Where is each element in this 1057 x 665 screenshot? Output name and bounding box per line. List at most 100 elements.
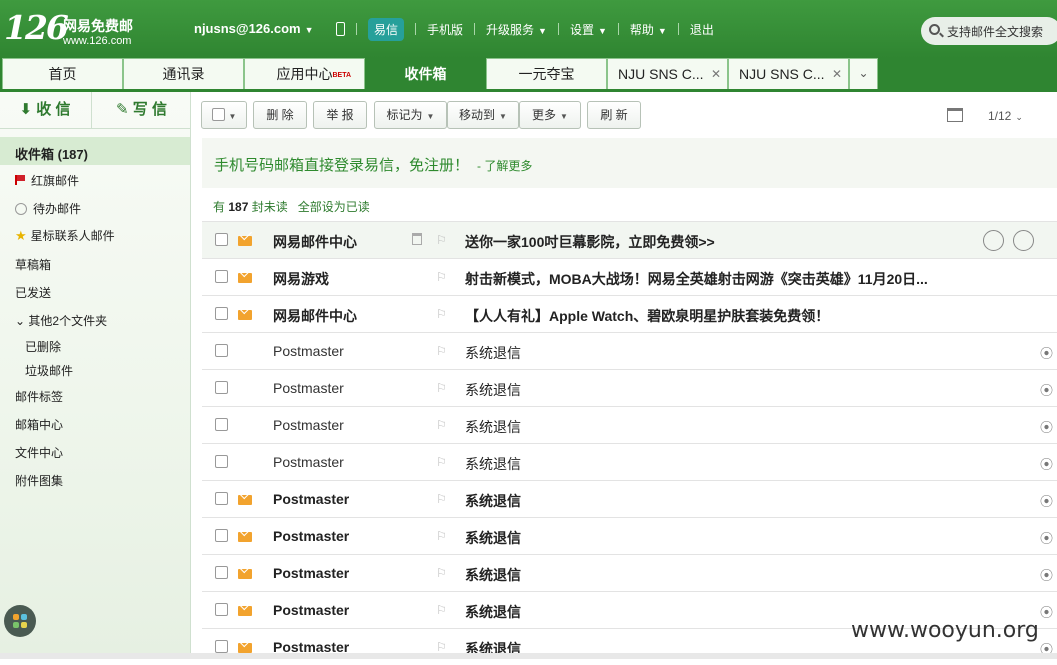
flag-icon[interactable]: ⚐ [436,640,447,654]
flag-icon[interactable]: ⚐ [436,492,447,506]
yixin-button[interactable]: 易信 [368,17,405,41]
list-item[interactable]: 网易邮件中心 ⚐ 【人人有礼】Apple Watch、碧欧泉明星护肤套装免费领！ [202,295,1057,332]
flag-icon[interactable]: ⚐ [436,270,447,284]
list-item[interactable]: 网易邮件中心 ⚐ 送你一家100吋巨幕影院，立即免费领>> [202,221,1057,258]
row-checkbox[interactable] [215,418,228,431]
email-subject: 系统退信 [465,382,521,398]
row-checkbox[interactable] [215,307,228,320]
sidebar-item-drafts[interactable]: 草稿箱 [15,256,51,273]
flag-icon[interactable]: ⚐ [436,233,447,247]
more-dropdown[interactable]: 更多 ▼ [519,101,581,129]
list-item[interactable]: Postmaster ⚐ 系统退信 ⦿ [202,480,1057,517]
row-checkbox[interactable] [215,381,228,394]
flag-icon[interactable]: ⚐ [436,603,447,617]
sidebar-item-starred[interactable]: ★ 星标联系人邮件 [15,227,115,244]
settings-menu[interactable]: 设置 ▼ [570,21,607,38]
write-label: 写 信 [132,101,167,118]
refresh-button[interactable]: 刷 新 [587,101,641,129]
search-input[interactable]: 支持邮件全文搜索 [921,17,1057,45]
sidebar-item-sent[interactable]: 已发送 [15,284,51,301]
list-item[interactable]: Postmaster ⚐ 系统退信 ⦿ [202,406,1057,443]
logo[interactable]: 126 [4,8,69,47]
search-icon[interactable] [929,24,940,35]
attachment-icon: ⦿ [1040,457,1054,472]
flag-icon[interactable]: ⚐ [436,566,447,580]
sidebar-item-flagged[interactable]: 红旗邮件 [15,172,79,189]
sidebar-item-label: 待办邮件 [33,202,82,216]
logo-name: 网易免费邮 [63,18,133,34]
calendar-icon[interactable] [947,108,963,122]
row-checkbox[interactable] [215,640,228,653]
email-subject: 系统退信 [465,493,521,509]
tab-more-chevron-down-icon[interactable]: ⌄ [849,58,878,90]
email-list: 网易邮件中心 ⚐ 送你一家100吋巨幕影院，立即免费领>> 网易游戏 ⚐ 射击新模式，MO… [202,221,1057,665]
tab-nju-sns-1[interactable]: NJU SNS C... ✕ [607,58,728,90]
list-item[interactable]: Postmaster ⚐ 系统退信 ⦿ [202,332,1057,369]
flag-icon[interactable]: ⚐ [436,418,447,432]
pager[interactable]: 1/12 ⌄ [988,109,1023,123]
move-to-dropdown[interactable]: 移动到 ▼ [447,101,519,129]
mark-as-dropdown[interactable]: 标记为 ▼ [374,101,447,129]
phone-icon[interactable] [336,22,345,36]
sidebar-item-other-folders[interactable]: ⌄ 其他2个文件夹 [15,312,107,329]
sidebar-item-tags[interactable]: 邮件标签 [15,388,63,405]
list-item[interactable]: Postmaster ⚐ 系统退信 ⦿ [202,554,1057,591]
sidebar-item-inbox[interactable]: 收件箱 (187) [0,137,190,165]
upgrade-menu[interactable]: 升级服务 ▼ [486,21,547,38]
sidebar-item-todo[interactable]: 待办邮件 [15,200,81,217]
unread-envelope-icon [238,236,252,246]
user-account-menu[interactable]: njusns@126.com ▼ [194,21,314,36]
email-sender: 网易邮件中心 [273,308,357,324]
tab-nju-sns-2[interactable]: NJU SNS C... ✕ [728,58,849,90]
receive-button[interactable]: ⬇ 收 信 [0,92,90,128]
chevron-down-icon: ▼ [499,112,507,121]
row-checkbox[interactable] [215,233,228,246]
row-checkbox[interactable] [215,529,228,542]
horizontal-scrollbar[interactable] [0,653,1057,659]
bookmark-icon[interactable] [983,230,1004,251]
row-checkbox[interactable] [215,492,228,505]
row-checkbox[interactable] [215,270,228,283]
write-button[interactable]: ✎ 写 信 [91,92,191,128]
close-icon[interactable]: ✕ [711,59,721,89]
list-item[interactable]: Postmaster ⚐ 系统退信 ⦿ [202,369,1057,406]
help-menu[interactable]: 帮助 ▼ [630,21,667,38]
sidebar-item-spam[interactable]: 垃圾邮件 [25,362,73,379]
flag-icon[interactable]: ⚐ [436,344,447,358]
divider [0,128,191,129]
clock-icon [15,203,27,215]
row-checkbox[interactable] [215,566,228,579]
trash-icon[interactable] [412,233,422,245]
sidebar-item-attachments[interactable]: 附件图集 [15,472,63,489]
sidebar-item-mailbox-center[interactable]: 邮箱中心 [15,416,63,433]
tab-contacts[interactable]: 通讯录 [123,58,244,90]
sidebar-item-file-center[interactable]: 文件中心 [15,444,63,461]
sidebar-item-deleted[interactable]: 已删除 [25,338,61,355]
mark-as-label: 标记为 [386,108,423,122]
row-checkbox[interactable] [215,603,228,616]
mark-all-read-link[interactable]: 全部设为已读 [298,200,370,214]
learn-more-link[interactable]: - 了解更多 [477,159,532,173]
flag-icon[interactable]: ⚐ [436,529,447,543]
row-checkbox[interactable] [215,455,228,468]
list-item[interactable]: Postmaster ⚐ 系统退信 ⦿ [202,443,1057,480]
clock-icon[interactable] [1013,230,1034,251]
tab-treasure[interactable]: 一元夺宝 [486,58,607,90]
list-item[interactable]: 网易游戏 ⚐ 射击新模式，MOBA大战场！网易全英雄射击网游《突击英雄》11月20日… [202,258,1057,295]
mobile-link[interactable]: 手机版 [427,21,463,38]
flag-icon[interactable]: ⚐ [436,455,447,469]
tab-home[interactable]: 首页 [2,58,123,90]
list-item[interactable]: Postmaster ⚐ 系统退信 ⦿ [202,517,1057,554]
flag-icon[interactable]: ⚐ [436,307,447,321]
flag-icon[interactable]: ⚐ [436,381,447,395]
apps-grid-icon[interactable] [4,605,36,637]
tab-inbox[interactable]: 收件箱 [365,58,486,90]
logout-link[interactable]: 退出 [690,21,714,38]
email-subject: 系统退信 [465,345,521,361]
tab-app-center[interactable]: 应用中心 BETA [244,58,365,90]
close-icon[interactable]: ✕ [832,59,842,89]
delete-button[interactable]: 删 除 [253,101,307,129]
select-all-dropdown[interactable]: ▼ [201,101,247,129]
report-button[interactable]: 举 报 [313,101,367,129]
row-checkbox[interactable] [215,344,228,357]
